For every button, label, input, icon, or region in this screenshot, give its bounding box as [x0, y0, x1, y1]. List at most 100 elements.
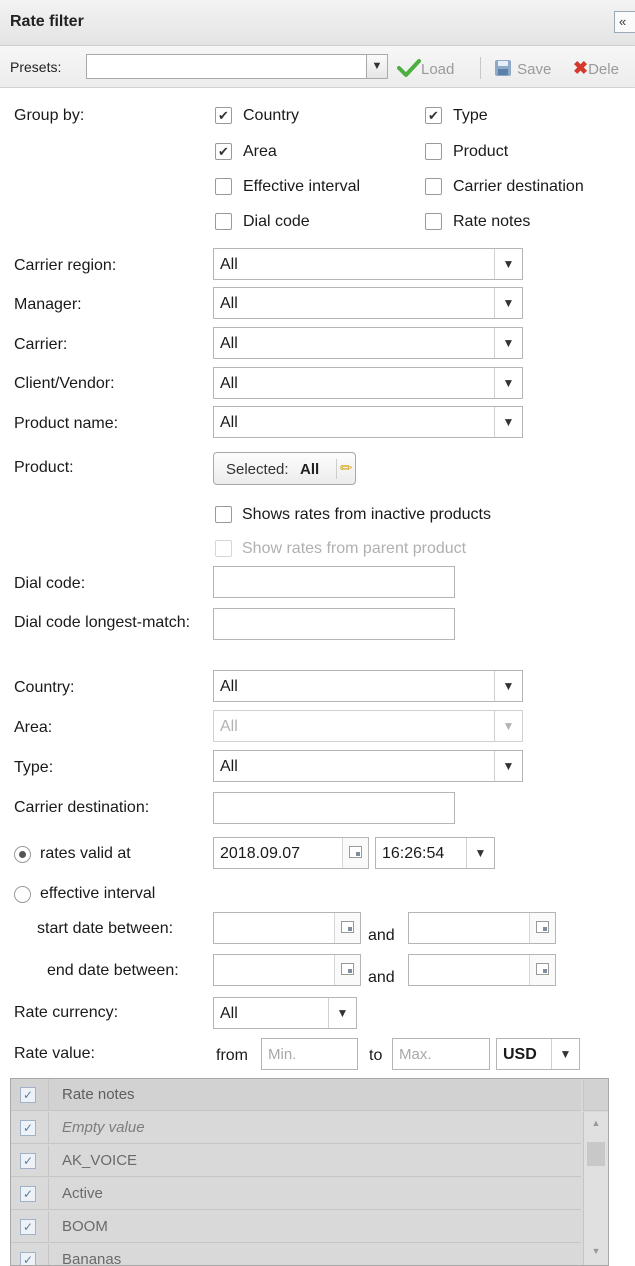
row-checkbox[interactable]: ✓ [20, 1252, 36, 1265]
manager-select[interactable]: All ▼ [213, 287, 523, 319]
group-by-country-checkbox[interactable]: ✔ [215, 107, 232, 124]
panel-header: Rate filter « [0, 0, 635, 46]
group-by-product-label: Product [453, 143, 509, 160]
scroll-down-icon[interactable]: ▼ [584, 1246, 608, 1256]
table-row[interactable]: ✓ BOOM [11, 1211, 581, 1243]
delete-button[interactable]: ✖Dele [573, 58, 619, 79]
country-select[interactable]: All ▼ [213, 670, 523, 702]
type-select[interactable]: All ▼ [213, 750, 523, 782]
calendar-icon[interactable] [529, 913, 555, 943]
row-label: Active [62, 1185, 103, 1202]
scroll-up-icon[interactable]: ▲ [584, 1118, 608, 1128]
client-vendor-select[interactable]: All ▼ [213, 367, 523, 399]
rate-min-placeholder: Min. [268, 1046, 297, 1063]
area-value: All [220, 718, 238, 735]
button-divider [336, 459, 337, 479]
chevron-down-icon[interactable]: ▼ [366, 54, 388, 79]
carrier-region-select[interactable]: All ▼ [213, 248, 523, 280]
table-row[interactable]: ✓ AK_VOICE [11, 1145, 581, 1177]
selected-value: All [300, 461, 320, 478]
select-all-checkbox[interactable]: ✓ [20, 1087, 36, 1103]
selected-prefix: Selected: [226, 461, 289, 478]
product-selected-button[interactable]: Selected: All ✏ [213, 452, 356, 485]
row-checkbox[interactable]: ✓ [20, 1120, 36, 1136]
table-row[interactable]: ✓ Empty value [11, 1112, 581, 1144]
rate-value-currency-select[interactable]: USD ▼ [496, 1038, 580, 1070]
collapse-icon[interactable]: « [614, 11, 635, 33]
grid-vertical-scrollbar[interactable]: ▲ ▼ [583, 1112, 608, 1265]
chevron-down-icon[interactable]: ▼ [328, 998, 356, 1028]
group-by-carrier-destination-checkbox[interactable] [425, 178, 442, 195]
valid-date-input[interactable]: 2018.09.07 [213, 837, 369, 869]
inactive-products-label: Shows rates from inactive products [242, 506, 491, 523]
calendar-icon[interactable] [529, 955, 555, 985]
row-checkbox[interactable]: ✓ [20, 1186, 36, 1202]
row-checkbox[interactable]: ✓ [20, 1219, 36, 1235]
inactive-products-checkbox[interactable] [215, 506, 232, 523]
end-date-from-input[interactable] [213, 954, 361, 986]
presets-combo-input[interactable] [86, 54, 388, 79]
table-row[interactable]: ✓ Active [11, 1178, 581, 1210]
chevron-down-icon[interactable]: ▼ [551, 1039, 579, 1069]
delete-x-icon: ✖ [573, 58, 589, 78]
grid-cell-divider [48, 1079, 49, 1111]
product-name-select[interactable]: All ▼ [213, 406, 523, 438]
rate-notes-grid: ✓ Rate notes ✓ Empty value ✓ AK_VOICE ✓ … [10, 1078, 609, 1266]
scroll-thumb[interactable] [587, 1142, 605, 1166]
group-by-effective-interval-checkbox[interactable] [215, 178, 232, 195]
row-label: AK_VOICE [62, 1152, 138, 1169]
chevron-down-icon[interactable]: ▼ [466, 838, 494, 868]
row-label: Empty value [62, 1119, 145, 1136]
grid-header-row: ✓ Rate notes [11, 1079, 581, 1111]
end-date-to-input[interactable] [408, 954, 556, 986]
start-date-to-input[interactable] [408, 912, 556, 944]
row-checkbox[interactable]: ✓ [20, 1153, 36, 1169]
rate-currency-select[interactable]: All ▼ [213, 997, 357, 1029]
parent-product-checkbox [215, 540, 232, 557]
chevron-down-icon[interactable]: ▼ [494, 368, 522, 398]
dial-code-input[interactable] [213, 566, 455, 598]
chevron-down-icon[interactable]: ▼ [494, 751, 522, 781]
carrier-destination-input[interactable] [213, 792, 455, 824]
dial-code-longest-input[interactable] [213, 608, 455, 640]
group-by-rate-notes-checkbox[interactable] [425, 213, 442, 230]
calendar-icon[interactable] [342, 838, 368, 868]
group-by-product-checkbox[interactable] [425, 143, 442, 160]
chevron-down-icon[interactable]: ▼ [494, 328, 522, 358]
load-button[interactable]: Load [397, 58, 454, 78]
chevron-down-icon[interactable]: ▼ [494, 407, 522, 437]
presets-toolbar: Presets: ▼ Load Save ✖Dele [0, 46, 635, 88]
calendar-icon[interactable] [334, 955, 360, 985]
group-by-label: Group by: [14, 107, 85, 124]
start-date-from-input[interactable] [213, 912, 361, 944]
group-by-dial-code-checkbox[interactable] [215, 213, 232, 230]
carrier-region-label: Carrier region: [14, 257, 117, 274]
effective-interval-radio[interactable] [14, 886, 31, 903]
rate-max-input[interactable]: Max. [392, 1038, 490, 1070]
rate-from-label: from [216, 1047, 248, 1064]
calendar-icon[interactable] [334, 913, 360, 943]
rate-to-label: to [369, 1047, 383, 1064]
grid-header-corner [583, 1079, 608, 1111]
grid-cell-divider [48, 1244, 49, 1265]
chevron-down-icon[interactable]: ▼ [494, 249, 522, 279]
rates-valid-at-radio[interactable] [14, 846, 31, 863]
table-row[interactable]: ✓ Bananas [11, 1244, 581, 1265]
rate-currency-value: All [220, 1005, 238, 1022]
group-by-type-checkbox[interactable]: ✔ [425, 107, 442, 124]
carrier-select[interactable]: All ▼ [213, 327, 523, 359]
save-button[interactable]: Save [493, 58, 551, 78]
chevron-down-icon[interactable]: ▼ [494, 671, 522, 701]
chevron-down-icon[interactable]: ▼ [494, 288, 522, 318]
group-by-area-checkbox[interactable]: ✔ [215, 143, 232, 160]
start-between-label: start date between: [37, 920, 174, 937]
end-and-label: and [368, 969, 395, 986]
country-value: All [220, 678, 238, 695]
load-label: Load [421, 61, 455, 78]
valid-time-select[interactable]: 16:26:54 ▼ [375, 837, 495, 869]
group-by-carrier-destination-label: Carrier destination [453, 178, 584, 195]
panel-title: Rate filter [10, 13, 84, 30]
group-by-country-label: Country [243, 107, 300, 124]
rate-min-input[interactable]: Min. [261, 1038, 358, 1070]
manager-label: Manager: [14, 296, 82, 313]
